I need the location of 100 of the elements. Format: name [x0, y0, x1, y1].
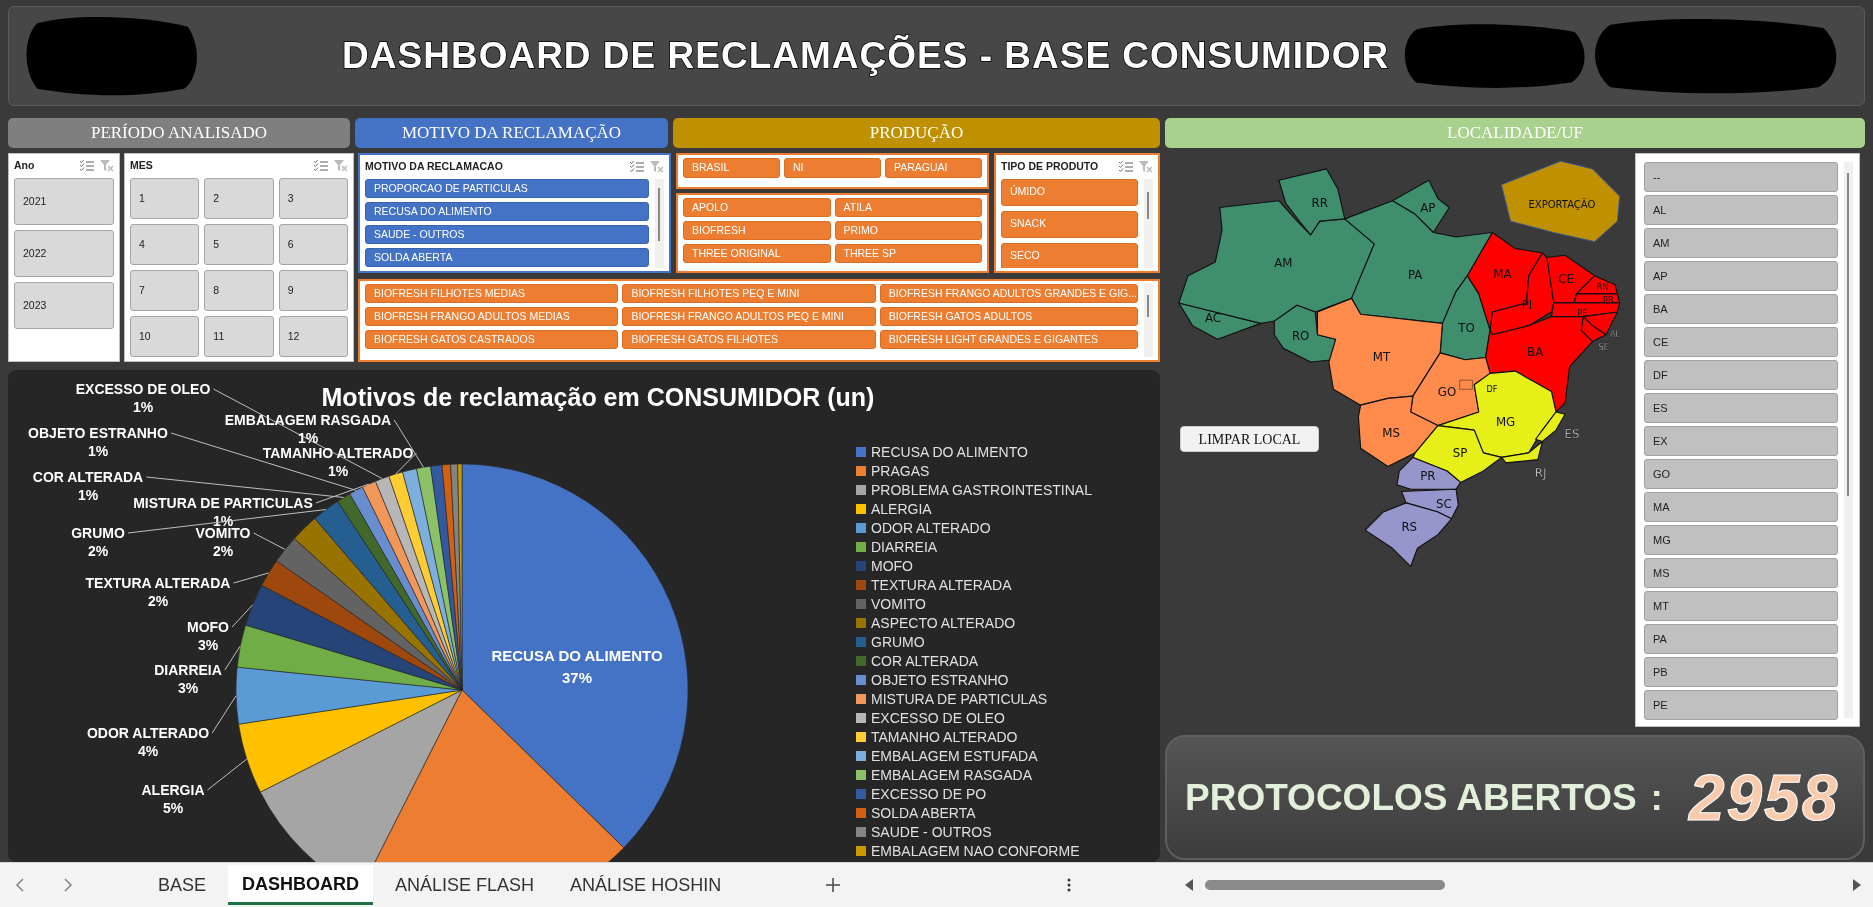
state-label: MA [1493, 267, 1512, 282]
state-label: TO [1458, 320, 1475, 335]
slice-label: OBJETO ESTRANHO [28, 425, 168, 441]
slicer-item[interactable]: AP [1644, 261, 1838, 291]
more-icon[interactable] [1066, 877, 1073, 893]
slicer-item[interactable]: SAUDE - OUTROS [365, 225, 649, 244]
state-label: AM [1274, 256, 1293, 271]
slice-percent: 5% [162, 800, 184, 816]
slicer-item[interactable]: 5 [204, 224, 274, 265]
state-label: AC [1204, 311, 1222, 326]
scrollbar[interactable] [1144, 284, 1153, 357]
slicer-item[interactable]: MA [1644, 492, 1838, 522]
slicer-item[interactable]: DF [1644, 360, 1838, 390]
legend-label: SOLDA ABERTA [871, 805, 976, 821]
scrollbar[interactable] [655, 179, 664, 268]
slice-percent: 4% [137, 743, 159, 759]
state-shape[interactable] [1344, 200, 1493, 324]
legend-label: DIARREIA [871, 539, 938, 555]
slicer-item[interactable]: AL [1644, 195, 1838, 225]
leader-line [211, 695, 237, 734]
legend-label: ODOR ALTERADO [871, 520, 991, 536]
slicer-item[interactable]: PROPORCAO DE PARTICULAS [365, 179, 649, 198]
slicer-item[interactable]: MG [1644, 525, 1838, 555]
chevron-left-icon[interactable] [14, 877, 26, 893]
section-header: PERÍODO ANALISADO [8, 118, 350, 148]
state-shape[interactable] [1500, 440, 1543, 464]
sheet-tab[interactable]: ANÁLISE HOSHIN [556, 865, 736, 905]
state-shape[interactable] [1412, 425, 1503, 483]
state-shape[interactable] [1535, 411, 1566, 443]
slice-percent: 1% [87, 443, 109, 459]
legend-label: PROBLEMA GASTROINTESTINAL [871, 482, 1092, 498]
slicer-item[interactable]: PA [1644, 624, 1838, 654]
state-label: MT [1372, 350, 1391, 365]
sheet-tab[interactable]: ANÁLISE FLASH [381, 865, 549, 905]
state-label: PA [1407, 268, 1423, 283]
state-label: RN [1596, 282, 1609, 293]
sheet-tab[interactable]: DASHBOARD [228, 865, 374, 905]
slicer-item[interactable]: 9 [278, 270, 348, 311]
legend-label: ASPECTO ALTERADO [871, 615, 1016, 631]
slicer-item[interactable]: PB [1644, 657, 1838, 687]
slicer-item[interactable]: AM [1644, 228, 1838, 258]
export-shape[interactable] [1501, 160, 1621, 243]
slicer-item[interactable]: ES [1644, 393, 1838, 423]
separator: : [1650, 775, 1663, 820]
protocols-count: 2958 [1688, 760, 1840, 836]
slicer-item[interactable]: 3 [278, 178, 348, 219]
slicer-item[interactable]: SOLDA ABERTA [365, 248, 649, 267]
multi-select-icon[interactable] [630, 161, 644, 173]
slicer-title: MOTIVO DA RECLAMACAO [365, 159, 503, 175]
state-shape[interactable] [1437, 370, 1557, 458]
slicer-item[interactable]: GO [1644, 459, 1838, 489]
state-shape[interactable] [1396, 456, 1462, 490]
multi-select-icon[interactable] [1119, 160, 1133, 173]
add-icon[interactable] [825, 877, 842, 893]
slice-percent: 2% [87, 543, 109, 559]
slicer-item[interactable]: -- [1644, 162, 1838, 192]
slicer-item[interactable]: 4 [130, 224, 200, 265]
slicer-item[interactable]: 8 [204, 270, 274, 311]
slicer-item[interactable]: CE [1644, 327, 1838, 357]
slice-label: RECUSA DO ALIMENTO [491, 647, 663, 664]
slicer-item[interactable]: RECUSA DO ALIMENTO [365, 202, 649, 221]
slice-percent: 2% [212, 543, 234, 559]
slicer-title: Ano [14, 158, 35, 174]
sheet-tab[interactable]: BASE [144, 865, 221, 905]
state-label: BA [1527, 344, 1544, 359]
slicer-item[interactable]: 2 [204, 178, 274, 219]
slice-percent: 1% [327, 463, 349, 479]
multi-select-icon[interactable] [80, 160, 94, 172]
chevron-right-icon[interactable] [62, 877, 74, 893]
state-shape[interactable] [1273, 304, 1337, 363]
state-label: RO [1291, 329, 1310, 344]
slicer-item[interactable]: MS [1644, 558, 1838, 588]
dashboard-title: DASHBOARD DE RECLAMAÇÕES - BASE CONSUMIDOR [342, 34, 1390, 79]
clear-location-button[interactable]: LIMPAR LOCAL [1180, 426, 1319, 452]
slicer-item[interactable]: 2023 [14, 282, 114, 329]
leader-line [232, 572, 270, 584]
scrollbar[interactable] [1144, 178, 1153, 268]
slicer-item[interactable]: MT [1644, 591, 1838, 621]
state-label: RS [1401, 520, 1418, 534]
slicer-item[interactable]: 1 [130, 178, 200, 219]
slicer-item[interactable]: BA [1644, 294, 1838, 324]
slicer-item[interactable]: 2021 [14, 178, 114, 225]
slicer-item[interactable]: PE [1644, 690, 1838, 720]
leader-line [207, 758, 248, 791]
slicer-item[interactable]: 7 [130, 270, 200, 311]
slicer-item[interactable]: 10 [130, 316, 200, 357]
state-shape[interactable] [1485, 316, 1593, 413]
slicer-item[interactable]: 12 [278, 316, 348, 357]
legend-label: TAMANHO ALTERADO [871, 729, 1018, 745]
multi-select-icon[interactable] [314, 160, 328, 172]
slicer-item[interactable]: 2022 [14, 230, 114, 277]
state-label: CE [1558, 271, 1574, 286]
slicer-item[interactable]: 11 [204, 316, 274, 357]
scrollbar[interactable] [1844, 162, 1853, 718]
state-shape[interactable] [1357, 395, 1439, 468]
legend-label: PRAGAS [871, 463, 930, 479]
slicer-item[interactable]: 6 [278, 224, 348, 265]
slicer-item[interactable]: EX [1644, 426, 1838, 456]
state-label: PI [1521, 297, 1533, 312]
state-shape[interactable] [1439, 275, 1491, 361]
